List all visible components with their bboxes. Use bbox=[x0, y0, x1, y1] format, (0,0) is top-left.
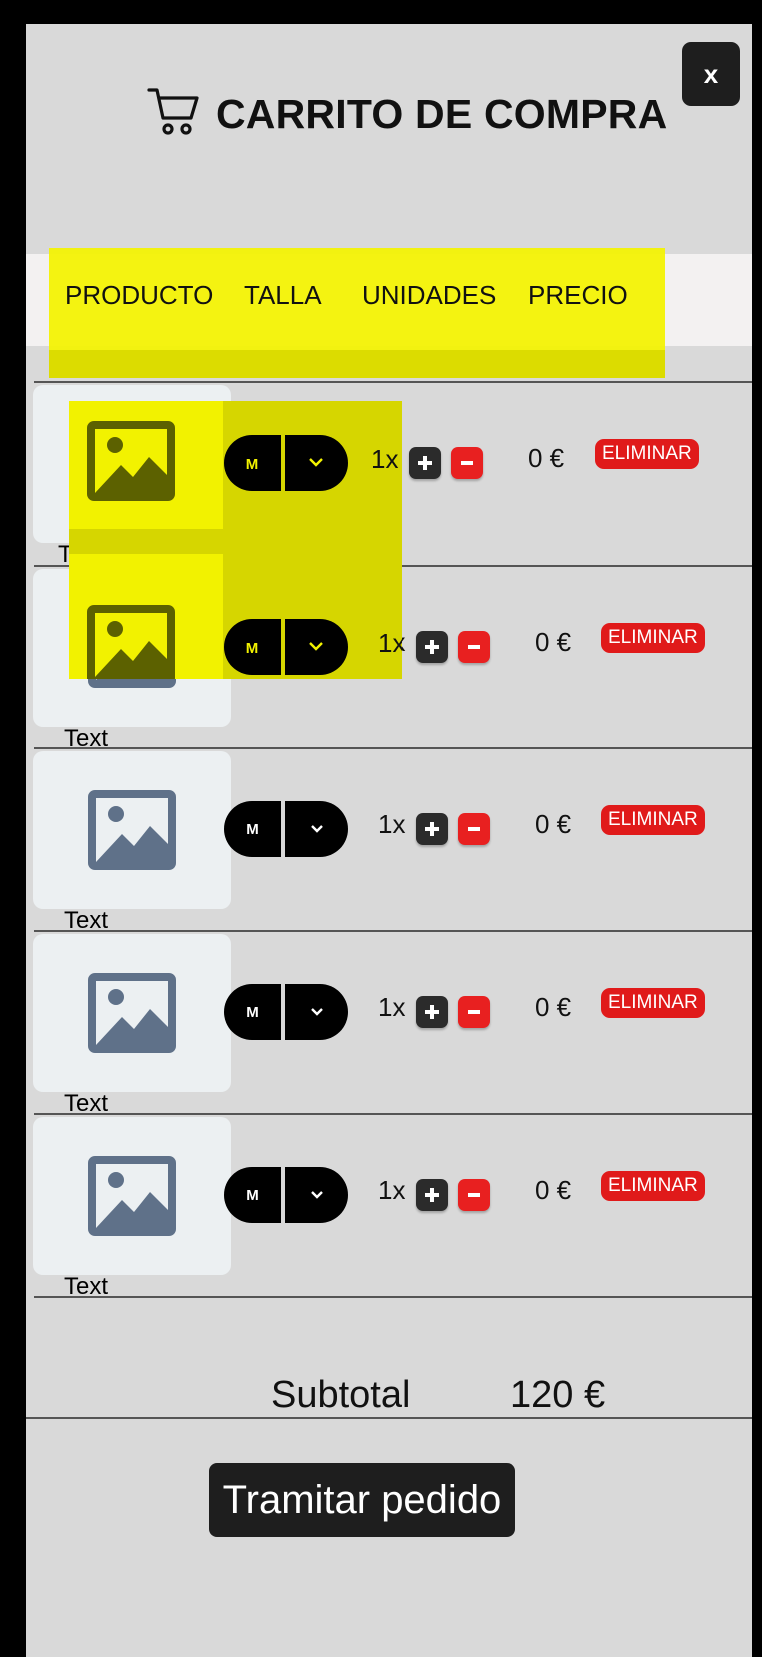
remove-item-button[interactable]: ELIMINAR bbox=[601, 805, 705, 835]
image-placeholder-icon bbox=[88, 973, 176, 1053]
size-selector[interactable]: M bbox=[224, 984, 348, 1040]
close-button[interactable]: x bbox=[682, 42, 740, 106]
plus-icon bbox=[425, 1005, 439, 1019]
decrease-quantity-button[interactable] bbox=[458, 631, 490, 663]
increase-quantity-button[interactable] bbox=[416, 996, 448, 1028]
product-image bbox=[33, 569, 231, 727]
page-title: CARRITO DE COMPRA bbox=[216, 90, 668, 137]
image-placeholder-icon bbox=[88, 790, 176, 870]
increase-quantity-button[interactable] bbox=[416, 813, 448, 845]
quantity-value: 1x bbox=[371, 443, 399, 473]
size-value: M bbox=[246, 1003, 259, 1021]
plus-icon bbox=[425, 1188, 439, 1202]
minus-icon bbox=[468, 645, 480, 649]
column-header-highlight-lower bbox=[49, 350, 665, 378]
cart-row: Text M 1x 0 € ELIMINAR bbox=[26, 567, 752, 760]
decrease-quantity-button[interactable] bbox=[458, 813, 490, 845]
quantity-value: 1x bbox=[378, 992, 406, 1022]
plus-icon bbox=[425, 822, 439, 836]
column-precio: PRECIO bbox=[528, 280, 628, 310]
column-producto: PRODUCTO bbox=[65, 280, 214, 310]
product-image bbox=[33, 385, 231, 543]
subtotal-label: Subtotal bbox=[271, 1374, 411, 1416]
column-talla: TALLA bbox=[244, 280, 322, 310]
cart-title-group: CARRITO DE COMPRA bbox=[146, 82, 667, 146]
cart-row: Text M 1x 0 € ELIMINAR bbox=[26, 1115, 752, 1308]
plus-icon bbox=[425, 640, 439, 654]
cart-row: Text M 1x 0 € ELIMINAR bbox=[26, 932, 752, 1125]
item-price: 0 € bbox=[528, 443, 565, 473]
item-price: 0 € bbox=[535, 992, 572, 1022]
chevron-down-icon bbox=[285, 435, 348, 491]
decrease-quantity-button[interactable] bbox=[458, 996, 490, 1028]
size-value: M bbox=[246, 1186, 259, 1204]
decrease-quantity-button[interactable] bbox=[451, 447, 483, 479]
quantity-value: 1x bbox=[378, 627, 406, 657]
divider bbox=[26, 1417, 752, 1419]
size-selector[interactable]: M bbox=[224, 801, 348, 857]
subtotal-value: 120 € bbox=[510, 1374, 606, 1416]
minus-icon bbox=[468, 1193, 480, 1197]
increase-quantity-button[interactable] bbox=[416, 1179, 448, 1211]
checkout-button[interactable]: Tramitar pedido bbox=[209, 1463, 515, 1537]
cart-row: Text M 1x 0 € ELIMINAR bbox=[26, 749, 752, 942]
size-value: M bbox=[246, 820, 259, 838]
quantity-value: 1x bbox=[378, 809, 406, 839]
chevron-down-icon bbox=[285, 801, 348, 857]
size-value: M bbox=[246, 454, 259, 472]
cart-row: Text M 1x 0 € ELIMINAR bbox=[26, 383, 752, 576]
cart-panel: PRODUCTO TALLA UNIDADES PRECIO CARRITO D… bbox=[26, 24, 752, 1657]
item-price: 0 € bbox=[535, 1175, 572, 1205]
size-selector[interactable]: M bbox=[224, 619, 348, 675]
remove-item-button[interactable]: ELIMINAR bbox=[595, 439, 699, 469]
minus-icon bbox=[468, 1010, 480, 1014]
image-placeholder-icon bbox=[88, 1156, 176, 1236]
product-image bbox=[33, 934, 231, 1092]
plus-icon bbox=[418, 456, 432, 470]
item-price: 0 € bbox=[535, 809, 572, 839]
quantity-value: 1x bbox=[378, 1175, 406, 1205]
remove-item-button[interactable]: ELIMINAR bbox=[601, 1171, 705, 1201]
remove-item-button[interactable]: ELIMINAR bbox=[601, 988, 705, 1018]
shopping-cart-icon bbox=[146, 84, 202, 145]
image-placeholder-icon bbox=[88, 424, 176, 504]
minus-icon bbox=[468, 827, 480, 831]
size-value: M bbox=[246, 638, 259, 656]
image-placeholder-icon bbox=[88, 608, 176, 688]
minus-icon bbox=[461, 461, 473, 465]
size-selector[interactable]: M bbox=[224, 1167, 348, 1223]
increase-quantity-button[interactable] bbox=[416, 631, 448, 663]
size-selector[interactable]: M bbox=[224, 435, 348, 491]
chevron-down-icon bbox=[285, 619, 348, 675]
chevron-down-icon bbox=[285, 984, 348, 1040]
increase-quantity-button[interactable] bbox=[409, 447, 441, 479]
chevron-down-icon bbox=[285, 1167, 348, 1223]
item-price: 0 € bbox=[535, 627, 572, 657]
column-unidades: UNIDADES bbox=[362, 280, 497, 310]
product-image bbox=[33, 1117, 231, 1275]
decrease-quantity-button[interactable] bbox=[458, 1179, 490, 1211]
divider bbox=[34, 1296, 752, 1298]
product-image bbox=[33, 751, 231, 909]
remove-item-button[interactable]: ELIMINAR bbox=[601, 623, 705, 653]
